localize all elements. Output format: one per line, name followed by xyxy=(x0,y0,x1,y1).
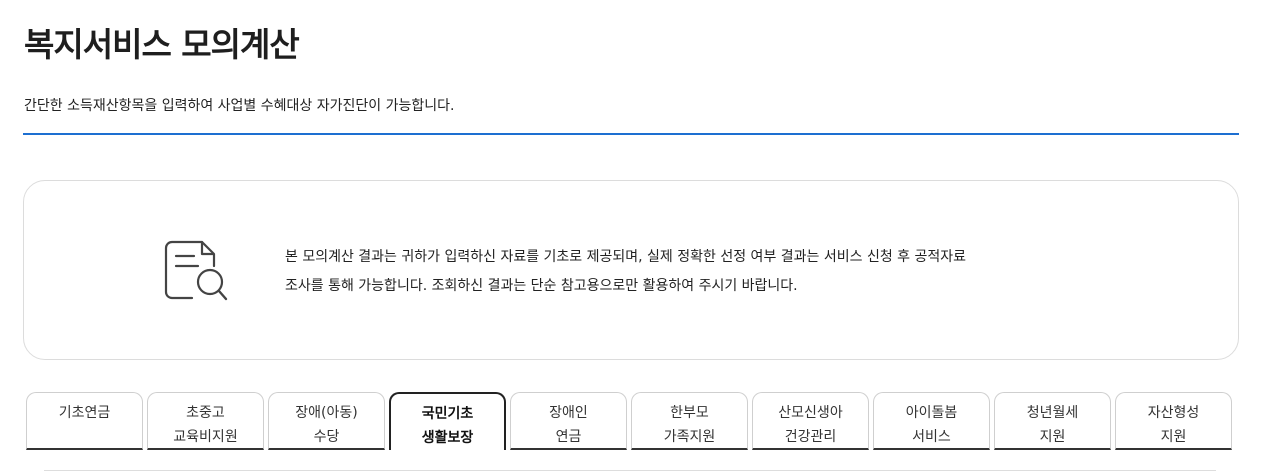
tab-basic-pension[interactable]: 기초연금 xyxy=(26,392,143,450)
tab-label-line2: 교육비지원 xyxy=(173,429,238,445)
content-divider xyxy=(44,470,1216,471)
tab-label-line2: 서비스 xyxy=(912,429,951,445)
tab-maternal-newborn[interactable]: 산모신생아 건강관리 xyxy=(752,392,869,450)
tab-label-line2: 연금 xyxy=(555,429,582,445)
title-divider xyxy=(23,133,1239,135)
tab-label-line1: 장애(아동) xyxy=(295,405,358,421)
tab-disability-pension[interactable]: 장애인 연금 xyxy=(510,392,627,450)
notice-text: 본 모의계산 결과는 귀하가 입력하신 자료를 기초로 제공되며, 실제 정확한… xyxy=(285,243,966,301)
document-search-icon xyxy=(164,240,228,301)
tab-label-line2: 생활보장 xyxy=(421,430,474,446)
tab-label-line1: 기초연금 xyxy=(58,405,111,421)
tab-label-line2: 가족지원 xyxy=(663,429,716,445)
tab-label-line1: 산모신생아 xyxy=(778,405,843,421)
tab-label-line2: 건강관리 xyxy=(784,429,837,445)
tab-label-line2: 수당 xyxy=(313,429,340,445)
tab-label-line1: 청년월세 xyxy=(1026,405,1079,421)
tab-asset-building[interactable]: 자산형성 지원 xyxy=(1115,392,1232,450)
tab-label-line1: 국민기초 xyxy=(421,406,474,422)
tab-label-line2: 지원 xyxy=(1039,429,1066,445)
tab-childcare-service[interactable]: 아이돌봄 서비스 xyxy=(873,392,990,450)
notice-line-2: 조사를 통해 가능합니다. 조회하신 결과는 단순 참고용으로만 활용하여 주시… xyxy=(285,278,798,294)
page-title: 복지서비스 모의계산 xyxy=(24,25,300,64)
tab-label-line1: 장애인 xyxy=(549,405,588,421)
tab-basic-livelihood[interactable]: 국민기초 생활보장 xyxy=(389,392,506,450)
notice-line-1: 본 모의계산 결과는 귀하가 입력하신 자료를 기초로 제공되며, 실제 정확한… xyxy=(285,249,967,265)
tab-label-line1: 아이돌봄 xyxy=(905,405,958,421)
tab-single-parent[interactable]: 한부모 가족지원 xyxy=(631,392,748,450)
tab-youth-rent[interactable]: 청년월세 지원 xyxy=(994,392,1111,450)
tab-label-line2: 지원 xyxy=(1160,429,1187,445)
notice-box: 본 모의계산 결과는 귀하가 입력하신 자료를 기초로 제공되며, 실제 정확한… xyxy=(23,180,1239,360)
tab-disability-allowance[interactable]: 장애(아동) 수당 xyxy=(268,392,385,450)
tab-label-line1: 한부모 xyxy=(670,405,709,421)
tab-education-support[interactable]: 초중고 교육비지원 xyxy=(147,392,264,450)
service-tabs: 기초연금 초중고 교육비지원 장애(아동) 수당 국민기초 생활보장 장애인 연… xyxy=(26,392,1232,452)
page-description: 간단한 소득재산항목을 입력하여 사업별 수혜대상 자가진단이 가능합니다. xyxy=(24,98,455,114)
tab-label-line1: 초중고 xyxy=(186,405,225,421)
tab-label-line1: 자산형성 xyxy=(1147,405,1200,421)
